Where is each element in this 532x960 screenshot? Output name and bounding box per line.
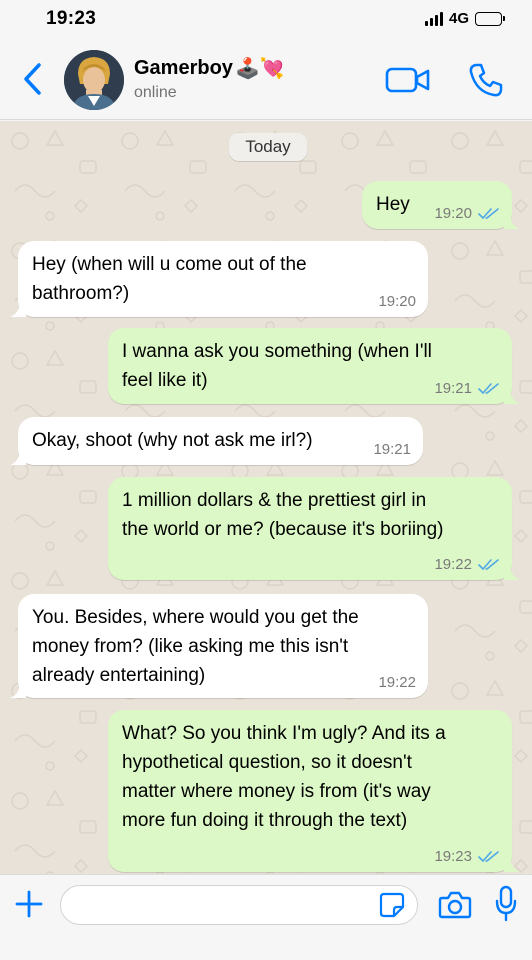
chevron-left-icon[interactable] — [20, 62, 46, 96]
message-bubble-outgoing[interactable]: What? So you think I'm ugly? And its a h… — [108, 710, 520, 872]
message-text: You. Besides, where would you get the mo… — [32, 607, 359, 686]
phone-icon[interactable] — [466, 60, 506, 100]
message-text: Hey — [376, 194, 410, 215]
message-time: 19:22 — [378, 674, 416, 691]
message-input[interactable] — [60, 885, 418, 925]
message-time: 19:20 — [434, 205, 472, 222]
message-time: 19:21 — [434, 380, 472, 397]
message-bubble-incoming[interactable]: You. Besides, where would you get the mo… — [10, 594, 428, 698]
read-receipt-icon — [478, 850, 499, 862]
status-bar: 19:23 4G — [0, 0, 532, 40]
battery-icon — [475, 11, 505, 26]
read-receipt-icon — [478, 382, 499, 394]
message-bubble-incoming[interactable]: Hey (when will u come out of the bathroo… — [10, 241, 428, 317]
read-receipt-icon — [478, 207, 499, 219]
message-bubble-outgoing[interactable]: Hey 19:20 — [362, 181, 520, 229]
message-list[interactable]: Today Hey 19:20 Hey (when will u come ou… — [0, 121, 532, 874]
message-bubble-outgoing[interactable]: 1 million dollars & the prettiest girl i… — [108, 477, 520, 580]
message-composer — [0, 874, 532, 960]
contact-name[interactable]: Gamerboy 🕹️💘 — [134, 56, 285, 81]
chat-header: Gamerboy 🕹️💘 online — [0, 40, 532, 120]
message-time: 19:20 — [378, 293, 416, 310]
read-receipt-icon — [478, 558, 499, 570]
plus-icon[interactable] — [14, 889, 44, 919]
message-bubble-incoming[interactable]: Okay, shoot (why not ask me irl?) 19:21 — [10, 417, 423, 465]
message-text: Okay, shoot (why not ask me irl?) — [32, 430, 313, 451]
sticker-icon[interactable] — [378, 891, 406, 919]
contact-status: online — [134, 84, 177, 101]
status-time: 19:23 — [46, 8, 97, 29]
message-text: Hey (when will u come out of the bathroo… — [32, 254, 307, 304]
avatar[interactable] — [64, 50, 124, 110]
camera-icon[interactable] — [438, 890, 472, 920]
microphone-icon[interactable] — [494, 885, 518, 923]
date-separator: Today — [229, 133, 307, 161]
message-text: 1 million dollars & the prettiest girl i… — [122, 490, 444, 540]
network-type: 4G — [448, 10, 469, 27]
signal-icon — [424, 11, 443, 26]
message-time: 19:21 — [373, 441, 411, 458]
message-text: I wanna ask you something (when I'll fee… — [122, 341, 432, 391]
message-text: What? So you think I'm ugly? And its a h… — [122, 723, 446, 831]
message-time: 19:23 — [434, 848, 472, 865]
message-time: 19:22 — [434, 556, 472, 573]
video-call-icon[interactable] — [384, 64, 432, 96]
message-bubble-outgoing[interactable]: I wanna ask you something (when I'll fee… — [108, 328, 520, 404]
contact-emoji: 🕹️💘 — [234, 58, 285, 80]
